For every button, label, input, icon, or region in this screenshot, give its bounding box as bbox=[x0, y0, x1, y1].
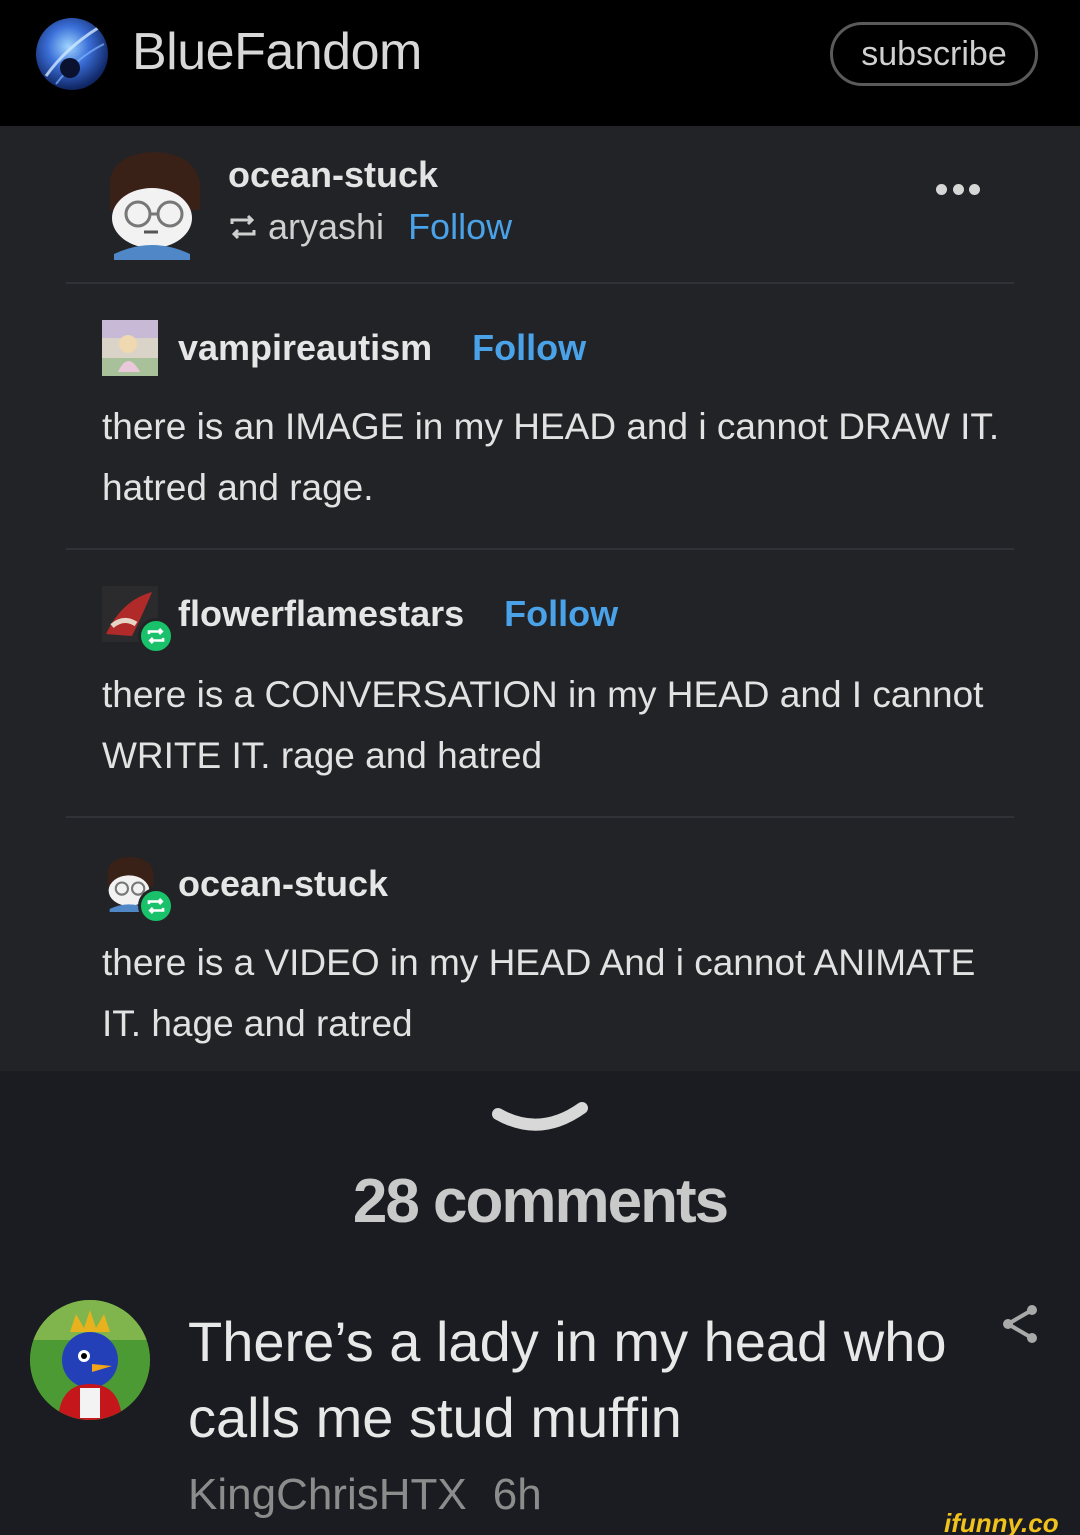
op-avatar[interactable] bbox=[104, 150, 204, 260]
divider bbox=[66, 282, 1014, 284]
entry-username[interactable]: vampireautism bbox=[178, 327, 432, 369]
tumblr-post: ocean-stuck aryashi Follow vampireautism… bbox=[0, 126, 1080, 1071]
reblog-badge-icon bbox=[138, 888, 174, 924]
reblog-icon bbox=[230, 214, 256, 240]
ifunny-watermark: ifunny.co bbox=[944, 1508, 1059, 1535]
reblog-source-row: aryashi Follow bbox=[228, 206, 512, 248]
reblog-entry-header: ocean-stuck bbox=[102, 856, 428, 924]
follow-button[interactable]: Follow bbox=[408, 206, 512, 248]
follow-button[interactable]: Follow bbox=[472, 327, 586, 369]
entry-username[interactable]: ocean-stuck bbox=[178, 863, 388, 905]
flowerflamestars-avatar[interactable] bbox=[102, 586, 174, 654]
comment-author[interactable]: KingChrisHTX bbox=[188, 1470, 467, 1519]
reblog-entry-header: flowerflamestars Follow bbox=[102, 586, 618, 654]
fandom-logo-avatar[interactable] bbox=[36, 18, 108, 90]
comment-time: 6h bbox=[492, 1470, 542, 1519]
more-options-icon[interactable] bbox=[936, 184, 980, 200]
comments-count: 28 comments bbox=[352, 1167, 729, 1236]
divider bbox=[66, 816, 1014, 818]
ocean-stuck-avatar[interactable] bbox=[102, 856, 174, 924]
app-header: BlueFandom subscribe bbox=[0, 0, 1080, 126]
subscribe-button[interactable]: subscribe bbox=[830, 22, 1038, 86]
entry-text: there is a CONVERSATION in my HEAD and I… bbox=[102, 674, 984, 776]
entry-username[interactable]: flowerflamestars bbox=[178, 593, 464, 635]
comment-text: There’s a lady in my head who calls me s… bbox=[188, 1310, 947, 1449]
reblog-entry-header: vampireautism Follow bbox=[102, 320, 586, 376]
divider bbox=[66, 548, 1014, 550]
entry-text: there is an IMAGE in my HEAD and i canno… bbox=[102, 406, 1000, 508]
commenter-avatar[interactable] bbox=[30, 1300, 150, 1420]
vampireautism-avatar[interactable] bbox=[102, 320, 158, 376]
fandom-title[interactable]: BlueFandom bbox=[132, 22, 422, 82]
share-icon[interactable] bbox=[1000, 1304, 1040, 1344]
entry-text: there is a VIDEO in my HEAD And i cannot… bbox=[102, 942, 976, 1044]
comment-meta: KingChrisHTX 6h bbox=[188, 1470, 542, 1520]
follow-button[interactable]: Follow bbox=[504, 593, 618, 635]
op-username[interactable]: ocean-stuck bbox=[228, 154, 438, 196]
reblog-badge-icon bbox=[138, 618, 174, 654]
expand-chevron-icon[interactable] bbox=[490, 1100, 590, 1140]
reblog-source-username[interactable]: aryashi bbox=[268, 206, 384, 248]
